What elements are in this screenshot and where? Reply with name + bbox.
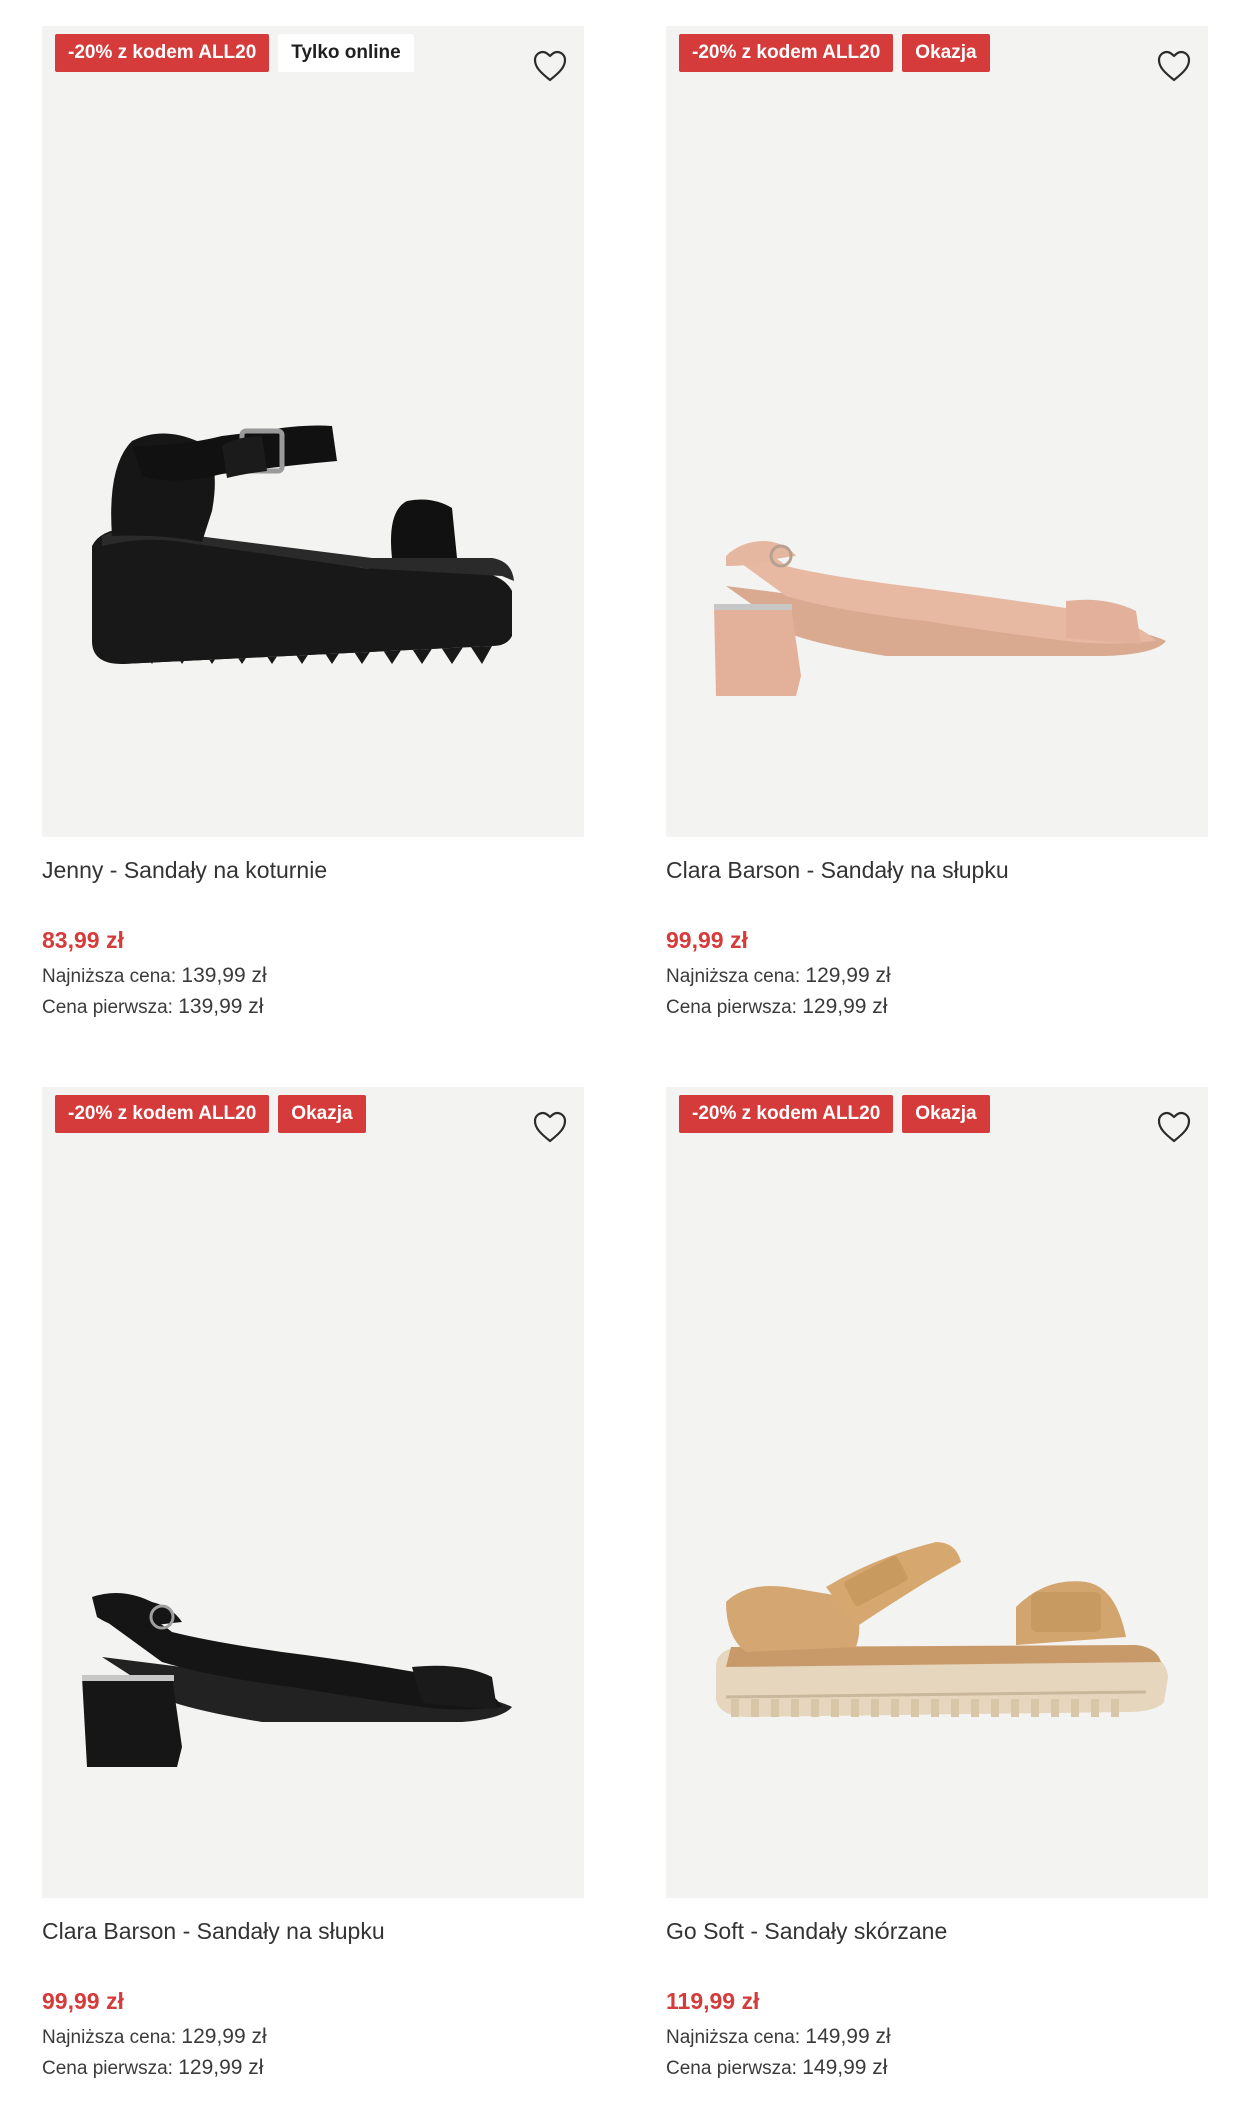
lowest-price-value: 139,99 zł bbox=[181, 964, 267, 987]
product-card[interactable]: -20% z kodem ALL20 Okazja bbox=[666, 26, 1208, 1023]
product-card[interactable]: -20% z kodem ALL20 Okazja bbox=[666, 1087, 1208, 2084]
first-price-value: 129,99 zł bbox=[802, 995, 888, 1018]
first-price-line: Cena pierwsza: 129,99 zł bbox=[666, 992, 1208, 1023]
lowest-price-line: Najniższa cena: 139,99 zł bbox=[42, 961, 584, 992]
favorite-button[interactable] bbox=[530, 1107, 570, 1147]
badge-group: -20% z kodem ALL20 Okazja bbox=[55, 1095, 366, 1133]
deal-badge: Okazja bbox=[278, 1095, 366, 1133]
product-image-area[interactable]: -20% z kodem ALL20 Okazja bbox=[666, 26, 1208, 837]
beige-slingback-sandal-image[interactable] bbox=[686, 406, 1186, 826]
first-price-label: Cena pierwsza: bbox=[666, 2058, 797, 2079]
product-price: 83,99 zł bbox=[42, 927, 124, 953]
first-price-line: Cena pierwsza: 139,99 zł bbox=[42, 992, 584, 1023]
promo-badge: -20% z kodem ALL20 bbox=[679, 34, 894, 72]
product-card[interactable]: -20% z kodem ALL20 Tylko online Jenny - … bbox=[42, 26, 584, 1023]
deal-badge: Okazja bbox=[902, 1095, 990, 1133]
lowest-price-label: Najniższa cena: bbox=[666, 2027, 801, 2048]
favorite-button[interactable] bbox=[1154, 1107, 1194, 1147]
product-price: 99,99 zł bbox=[42, 1988, 124, 2014]
product-grid: -20% z kodem ALL20 Tylko online Jenny - … bbox=[0, 0, 1250, 2123]
first-price-value: 149,99 zł bbox=[802, 2056, 888, 2079]
product-image-area[interactable]: -20% z kodem ALL20 Okazja bbox=[666, 1087, 1208, 1898]
lowest-price-line: Najniższa cena: 129,99 zł bbox=[42, 2022, 584, 2053]
promo-badge: -20% z kodem ALL20 bbox=[679, 1095, 894, 1133]
first-price-value: 129,99 zł bbox=[178, 2056, 264, 2079]
product-card[interactable]: -20% z kodem ALL20 Okazja Clara Barson -… bbox=[42, 1087, 584, 2084]
lowest-price-label: Najniższa cena: bbox=[666, 966, 801, 987]
product-image-area[interactable]: -20% z kodem ALL20 Okazja bbox=[42, 1087, 584, 1898]
heart-outline-icon bbox=[533, 50, 567, 82]
first-price-label: Cena pierwsza: bbox=[666, 997, 797, 1018]
first-price-label: Cena pierwsza: bbox=[42, 2058, 173, 2079]
lowest-price-value: 149,99 zł bbox=[805, 2025, 891, 2048]
first-price-value: 139,99 zł bbox=[178, 995, 264, 1018]
favorite-button[interactable] bbox=[1154, 46, 1194, 86]
lowest-price-label: Najniższa cena: bbox=[42, 2027, 177, 2048]
lowest-price-value: 129,99 zł bbox=[181, 2025, 267, 2048]
product-price: 119,99 zł bbox=[666, 1988, 760, 2014]
badge-group: -20% z kodem ALL20 Okazja bbox=[679, 34, 990, 72]
heart-outline-icon bbox=[533, 1111, 567, 1143]
black-slingback-sandal-image[interactable] bbox=[62, 1467, 562, 1887]
heart-outline-icon bbox=[1157, 1111, 1191, 1143]
lowest-price-label: Najniższa cena: bbox=[42, 966, 177, 987]
product-price: 99,99 zł bbox=[666, 927, 748, 953]
product-image-area[interactable]: -20% z kodem ALL20 Tylko online bbox=[42, 26, 584, 837]
lowest-price-line: Najniższa cena: 129,99 zł bbox=[666, 961, 1208, 992]
favorite-button[interactable] bbox=[530, 46, 570, 86]
lowest-price-value: 129,99 zł bbox=[805, 964, 891, 987]
first-price-label: Cena pierwsza: bbox=[42, 997, 173, 1018]
promo-badge: -20% z kodem ALL20 bbox=[55, 34, 270, 72]
product-name[interactable]: Clara Barson - Sandały na słupku bbox=[666, 855, 1208, 885]
black-platform-sandal-image[interactable] bbox=[62, 296, 562, 716]
first-price-line: Cena pierwsza: 149,99 zł bbox=[666, 2053, 1208, 2084]
product-name[interactable]: Jenny - Sandały na koturnie bbox=[42, 855, 584, 885]
deal-badge: Okazja bbox=[902, 34, 990, 72]
online-only-badge: Tylko online bbox=[278, 34, 414, 72]
promo-badge: -20% z kodem ALL20 bbox=[55, 1095, 270, 1133]
badge-group: -20% z kodem ALL20 Tylko online bbox=[55, 34, 414, 72]
tan-sport-sandal-image[interactable] bbox=[686, 1487, 1186, 1898]
product-name[interactable]: Go Soft - Sandały skórzane bbox=[666, 1916, 1208, 1946]
lowest-price-line: Najniższa cena: 149,99 zł bbox=[666, 2022, 1208, 2053]
first-price-line: Cena pierwsza: 129,99 zł bbox=[42, 2053, 584, 2084]
badge-group: -20% z kodem ALL20 Okazja bbox=[679, 1095, 990, 1133]
product-name[interactable]: Clara Barson - Sandały na słupku bbox=[42, 1916, 584, 1946]
heart-outline-icon bbox=[1157, 50, 1191, 82]
